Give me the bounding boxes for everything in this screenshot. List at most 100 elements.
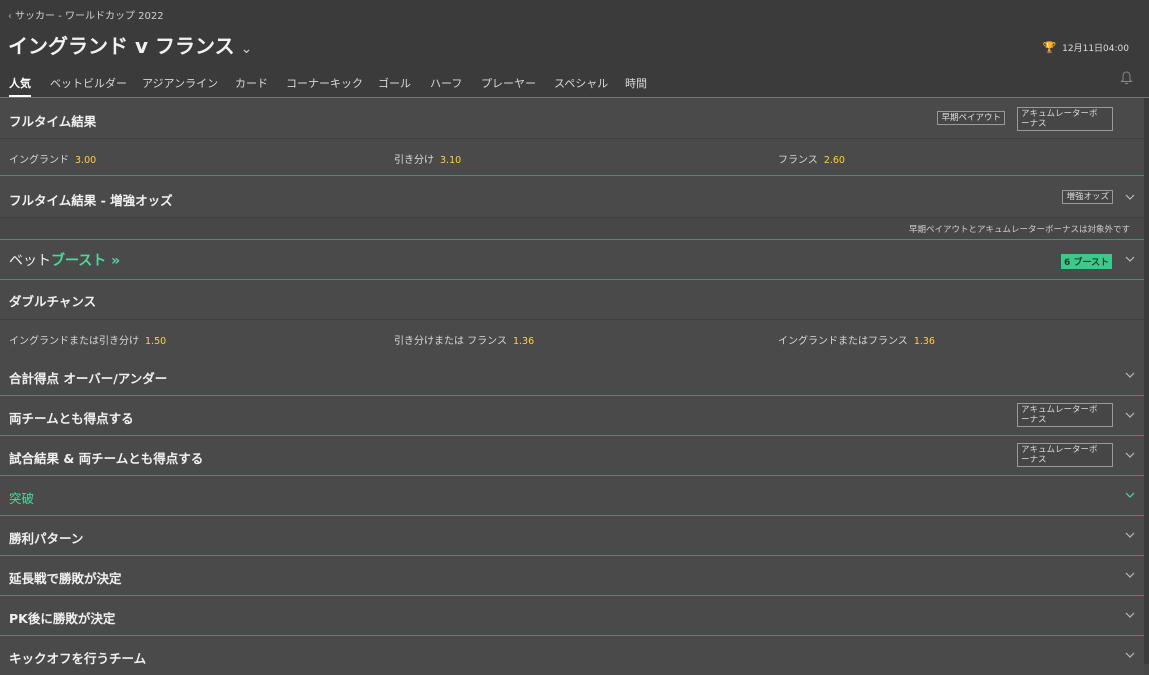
market-double-chance: ダブルチャンス イングランドまたは引き分け 1.50 引き分けまたは フランス 1.… xyxy=(0,280,1144,357)
market-header[interactable]: ダブルチャンス xyxy=(0,280,1144,319)
trophy-icon: 🏆 xyxy=(1042,41,1057,54)
event-header: ‹ サッカー - ワールドカップ 2022 イングランド v フランス ⌄ 🏆 12月… xyxy=(0,0,1149,98)
scrollbar-track[interactable] xyxy=(1144,98,1149,664)
breadcrumb-label[interactable]: サッカー - ワールドカップ 2022 xyxy=(15,11,164,22)
market-result-and-btts: 試合結果 & 両チームとも得点する アキュムレーターボ ーナス xyxy=(0,436,1144,476)
selection-home[interactable]: イングランド 3.00 xyxy=(9,151,96,166)
header-divider xyxy=(0,97,1149,98)
market-kickoff-team: キックオフを行うチーム xyxy=(0,636,1144,675)
tab-time[interactable]: 時間 xyxy=(625,75,647,91)
chevron-down-icon[interactable] xyxy=(1125,610,1135,620)
early-payout-badge: 早期ペイアウト xyxy=(937,111,1005,125)
market-winning-pattern: 勝利パターン xyxy=(0,516,1144,556)
market-header[interactable]: 試合結果 & 両チームとも得点する アキュムレーターボ ーナス xyxy=(0,436,1144,475)
market-header[interactable]: フルタイム結果 - 増強オッズ 増強オッズ xyxy=(0,176,1144,217)
selection-odds: 1.36 xyxy=(512,336,535,347)
selection-draw-or-away[interactable]: 引き分けまたは フランス 1.36 xyxy=(394,332,534,347)
market-header[interactable]: キックオフを行うチーム xyxy=(0,636,1144,675)
selection-home-or-away[interactable]: イングランドまたはフランス 1.36 xyxy=(778,332,935,347)
selection-away[interactable]: フランス 2.60 xyxy=(778,151,845,166)
chevron-down-icon[interactable] xyxy=(1125,530,1135,540)
selection-odds: 1.36 xyxy=(913,336,935,347)
market-fulltime-result: フルタイム結果 早期ペイアウト アキュムレーターボ ーナス イングランド 3.00 … xyxy=(0,99,1144,176)
chevron-left-icon: ‹ xyxy=(8,11,12,22)
event-title: イングランド v フランス xyxy=(8,34,235,58)
market-over-under: 合計得点 オーバー/アンダー xyxy=(0,356,1144,396)
market-header[interactable]: 勝利パターン xyxy=(0,516,1144,555)
selection-odds: 2.60 xyxy=(823,155,845,166)
chevron-down-icon[interactable] xyxy=(1125,650,1135,660)
acca-bonus-line1: アキュムレーターボ xyxy=(1021,405,1098,415)
bell-icon[interactable] xyxy=(1120,71,1133,89)
bet-boost-title-a: ベット xyxy=(9,253,51,269)
market-boosted-odds: フルタイム結果 - 増強オッズ 増強オッズ xyxy=(0,176,1144,218)
tab-half[interactable]: ハーフ xyxy=(430,75,462,91)
selection-label: イングランドまたはフランス xyxy=(778,336,908,347)
breadcrumb[interactable]: ‹ サッカー - ワールドカップ 2022 xyxy=(8,7,164,22)
market-title: 延長戦で勝敗が決定 xyxy=(9,571,122,586)
selection-label: 引き分けまたは フランス xyxy=(394,336,507,347)
odds-row: イングランド 3.00 引き分け 3.10 フランス 2.60 xyxy=(0,138,1144,175)
acca-bonus-badge: アキュムレーターボ ーナス xyxy=(1017,403,1113,427)
market-title: 合計得点 オーバー/アンダー xyxy=(9,371,168,386)
acca-bonus-badge: アキュムレーターボ ーナス xyxy=(1017,107,1113,131)
acca-bonus-line2: ーナス xyxy=(1021,455,1047,465)
chevron-down-icon[interactable]: ⌄ xyxy=(241,41,253,57)
market-header[interactable]: 突破 xyxy=(0,476,1144,515)
tab-asian-lines[interactable]: アジアンライン xyxy=(142,75,218,91)
tab-popular[interactable]: 人気 xyxy=(9,75,31,97)
tab-specials[interactable]: スペシャル xyxy=(554,75,608,91)
market-decided-penalties: PK後に勝敗が決定 xyxy=(0,596,1144,636)
event-datetime: 🏆 12月11日04:00 xyxy=(1042,41,1129,54)
selection-label: イングランド xyxy=(9,155,69,166)
market-header[interactable]: PK後に勝敗が決定 xyxy=(0,596,1144,635)
selection-odds: 3.00 xyxy=(75,155,97,166)
chevron-down-icon[interactable] xyxy=(1125,410,1135,420)
odds-row: イングランドまたは引き分け 1.50 引き分けまたは フランス 1.36 イングラン… xyxy=(0,319,1144,356)
boosted-odds-badge: 増強オッズ xyxy=(1062,190,1113,204)
market-title: 突破 xyxy=(9,491,35,506)
acca-bonus-line2: ーナス xyxy=(1021,119,1047,129)
market-title: フルタイム結果 - 増強オッズ xyxy=(9,193,173,208)
market-header[interactable]: 延長戦で勝敗が決定 xyxy=(0,556,1144,595)
bet-boost-title: ベットブースト » xyxy=(9,250,120,270)
selection-odds: 1.50 xyxy=(145,336,167,347)
tab-cards[interactable]: カード xyxy=(235,75,268,91)
chevron-down-icon[interactable] xyxy=(1125,370,1135,380)
selection-odds: 3.10 xyxy=(440,155,462,166)
chevron-down-icon[interactable] xyxy=(1125,490,1135,500)
market-title: フルタイム結果 xyxy=(9,114,97,129)
market-decided-extra-time: 延長戦で勝敗が決定 xyxy=(0,556,1144,596)
tab-player[interactable]: プレーヤー xyxy=(481,75,536,91)
selection-label: イングランドまたは引き分け xyxy=(9,336,139,347)
market-title: 試合結果 & 両チームとも得点する xyxy=(9,451,204,466)
market-header[interactable]: 合計得点 オーバー/アンダー xyxy=(0,356,1144,395)
tab-corners[interactable]: コーナーキック xyxy=(286,75,363,91)
chevron-down-icon[interactable] xyxy=(1125,192,1135,202)
page-title[interactable]: イングランド v フランス ⌄ xyxy=(8,30,252,59)
acca-bonus-badge: アキュムレーターボ ーナス xyxy=(1017,443,1113,467)
market-header[interactable]: 両チームとも得点する アキュムレーターボ ーナス xyxy=(0,396,1144,435)
market-both-teams-score: 両チームとも得点する アキュムレーターボ ーナス xyxy=(0,396,1144,436)
note-text: 早期ペイアウトとアキュムレーターボーナスは対象外です xyxy=(908,225,1130,235)
boost-count-badge: 6 ブースト xyxy=(1061,254,1112,269)
datetime-label: 12月11日04:00 xyxy=(1062,44,1129,54)
market-title: キックオフを行うチーム xyxy=(9,651,147,666)
market-header[interactable]: ベットブースト » 6 ブースト xyxy=(0,240,1144,279)
selection-label: 引き分け xyxy=(394,155,434,166)
selection-draw[interactable]: 引き分け 3.10 xyxy=(394,151,461,166)
tab-goals[interactable]: ゴール xyxy=(378,75,411,91)
market-bet-boost: ベットブースト » 6 ブースト xyxy=(0,240,1144,280)
bet-boost-title-b: ブースト » xyxy=(51,253,121,269)
acca-bonus-line1: アキュムレーターボ xyxy=(1021,445,1098,455)
market-title: 両チームとも得点する xyxy=(9,411,134,426)
chevron-down-icon[interactable] xyxy=(1125,254,1135,264)
market-title: ダブルチャンス xyxy=(9,294,97,309)
chevron-down-icon[interactable] xyxy=(1125,570,1135,580)
selection-home-or-draw[interactable]: イングランドまたは引き分け 1.50 xyxy=(9,332,166,347)
chevron-down-icon[interactable] xyxy=(1125,450,1135,460)
market-title: PK後に勝敗が決定 xyxy=(9,611,116,626)
tab-bet-builder[interactable]: ベットビルダー xyxy=(50,75,127,91)
market-header[interactable]: フルタイム結果 早期ペイアウト アキュムレーターボ ーナス xyxy=(0,99,1144,138)
acca-bonus-line1: アキュムレーターボ xyxy=(1021,109,1098,119)
